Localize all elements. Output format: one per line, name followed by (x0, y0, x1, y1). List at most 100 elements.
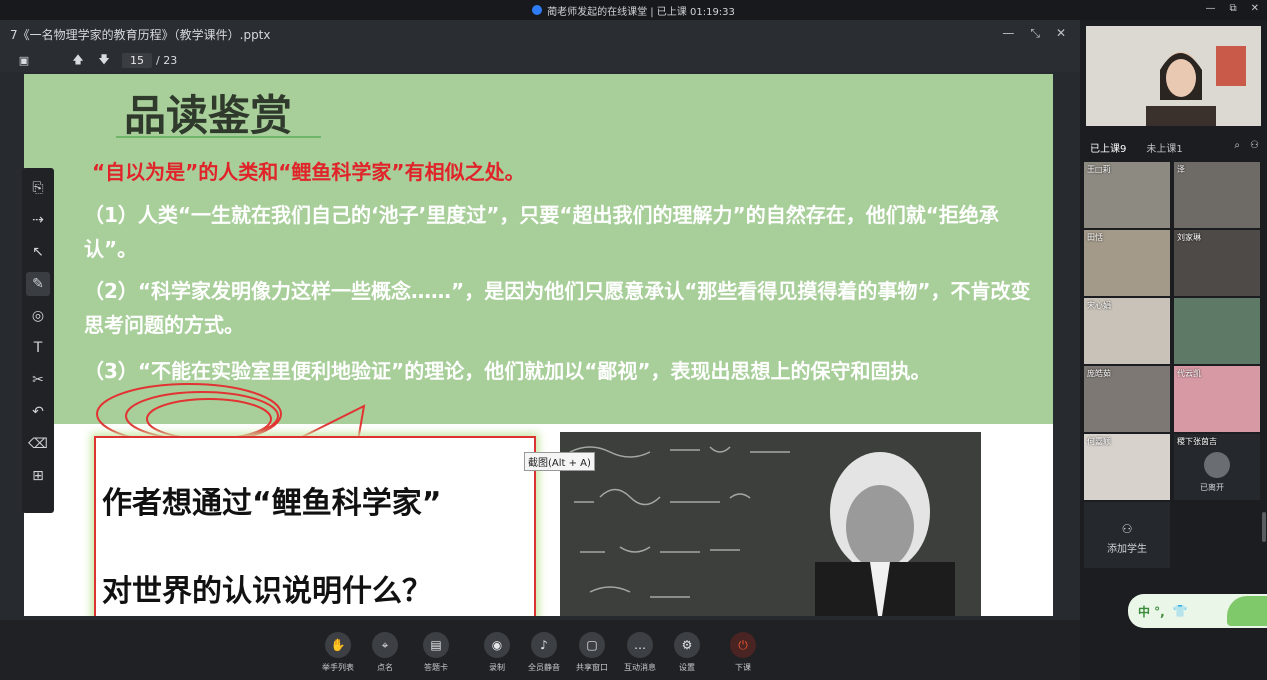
pres-shrink-button[interactable]: ⤡ (1030, 26, 1040, 41)
student-name: 泽 (1177, 165, 1185, 174)
scientist-photo (560, 432, 981, 616)
panel-actions: ⌕ ⚇ (1234, 140, 1259, 151)
student-name: 庞皓茹 (1087, 369, 1111, 378)
settings-label: 设置 (679, 663, 695, 672)
search-icon[interactable]: ⌕ (1234, 140, 1240, 151)
share-window-button[interactable]: ▢ 共享窗口 (567, 632, 617, 673)
mute-all-label: 全员静音 (528, 663, 560, 672)
raise-hand-list-label: 举手列表 (322, 663, 354, 672)
presentation-toolbar: ▣ 🡅 🡇 15 / 23 (0, 48, 1080, 72)
scientist-photo-drawing (560, 432, 981, 616)
student-name: 宋心娟 (1087, 301, 1111, 310)
classroom-control-bar: ✋ 举手列表 ⌖ 点名 ▤ 答题卡 ◉ 录制 ♪ 全员静音 ▢ 共享窗口 … 互动消息 ⚙ 设置… (0, 620, 1080, 680)
student-tile[interactable]: 田恬 (1084, 230, 1170, 296)
minimize-button[interactable]: — (1205, 3, 1215, 14)
hand-icon: ✋ (325, 632, 351, 658)
add-student-button[interactable]: ⚇ 添加学生 (1084, 502, 1170, 568)
raise-hand-list-button[interactable]: ✋ 举手列表 (313, 632, 363, 673)
window-controls: — ⧉ ✕ (1205, 3, 1259, 14)
question-line-1: 作者想通过“鲤鱼科学家” (102, 486, 442, 521)
ime-skin-icon: 👕 (1172, 604, 1188, 618)
restore-button[interactable]: ⧉ (1229, 3, 1236, 14)
student-tile[interactable]: 刘家琳 (1174, 230, 1260, 296)
app-root: 蔺老师发起的在线课堂 | 已上课 01:19:33 — ⧉ ✕ 7《一名物理学家… (0, 0, 1267, 680)
student-tile[interactable]: 代云凯 (1174, 366, 1260, 432)
record-button[interactable]: ◉ 录制 (472, 632, 522, 673)
sidebar-toggle-icon[interactable]: ▣ (14, 54, 34, 67)
user-settings-icon[interactable]: ⚇ (1250, 140, 1259, 151)
student-tile[interactable]: 王□莉 (1084, 162, 1170, 228)
student-tile[interactable]: 宋心娟 (1084, 298, 1170, 364)
student-tile[interactable]: 庞皓茹 (1084, 366, 1170, 432)
panel-scrollbar[interactable] (1262, 512, 1266, 542)
question-line-2: 对世界的认识说明什么？ (102, 574, 432, 609)
settings-button[interactable]: ⚙ 设置 (662, 632, 712, 673)
tab-absent[interactable]: 未上课1 (1136, 140, 1192, 155)
end-class-button[interactable]: ⏻ 下课 (718, 632, 768, 673)
close-button[interactable]: ✕ (1251, 3, 1259, 14)
text-icon[interactable]: T (26, 336, 50, 360)
student-tile[interactable]: 何嘉颖 (1084, 434, 1170, 500)
shapes-icon[interactable]: ◎ (26, 304, 50, 328)
window-titlebar: 蔺老师发起的在线课堂 | 已上课 01:19:33 — ⧉ ✕ (0, 0, 1267, 20)
student-name: 稷下张茵吉 (1177, 437, 1217, 446)
pres-close-button[interactable]: ✕ (1056, 26, 1066, 41)
question-box: 作者想通过“鲤鱼科学家” 对世界的认识说明什么？ (94, 436, 536, 616)
power-icon: ⏻ (730, 632, 756, 658)
undo-icon[interactable]: ↶ (26, 400, 50, 424)
student-tile[interactable] (1174, 298, 1260, 364)
page-number-input[interactable]: 15 (122, 52, 152, 68)
title-underline (116, 136, 321, 138)
presentation-file-title: 7《一名物理学家的教育历程》（教学课件）.pptx (10, 27, 271, 42)
slide-paragraph-1: （1）人类“一生就在我们自己的‘池子’里度过”，只要“超出我们的理解力”的自然存… (84, 203, 999, 261)
pen-icon[interactable]: ✎ (26, 272, 50, 296)
mute-icon: ♪ (531, 632, 557, 658)
slide-title: 品读鉴赏 (124, 91, 293, 140)
away-avatar (1204, 452, 1230, 478)
student-status: 已离开 (1200, 483, 1224, 492)
slide-paragraph-2: （2）“科学家发明像力这样一些概念……”，是因为他们只愿意承认“那些看得见摸得着… (84, 279, 1031, 337)
teacher-video[interactable] (1086, 26, 1261, 126)
interactive-messages-label: 互动消息 (624, 663, 656, 672)
presentation-pane: 7《一名物理学家的教育历程》（教学课件）.pptx — ⤡ ✕ ▣ 🡅 🡇 15… (0, 20, 1080, 620)
toolbox-icon[interactable]: ⊞ (26, 464, 50, 488)
interactive-messages-button[interactable]: … 互动消息 (615, 632, 665, 673)
select-arrow-icon[interactable]: ↖ (26, 240, 50, 264)
presentation-window-controls: — ⤡ ✕ (1002, 26, 1066, 41)
answer-card-button[interactable]: ▤ 答题卡 (411, 632, 461, 673)
eraser-icon[interactable]: ⌫ (26, 432, 50, 456)
card-icon: ▤ (423, 632, 449, 658)
add-student-label: 添加学生 (1107, 544, 1147, 555)
slide-canvas: 品读鉴赏 “自以为是”的人类和“鲤鱼科学家”有相似之处。 （1）人类“一生就在我… (24, 74, 1053, 616)
student-name: 代云凯 (1177, 369, 1201, 378)
window-title: 蔺老师发起的在线课堂 | 已上课 01:19:33 (547, 6, 735, 18)
total-pages: / 23 (156, 53, 178, 67)
pres-minimize-button[interactable]: — (1002, 26, 1014, 41)
slide-red-heading: “自以为是”的人类和“鲤鱼科学家”有相似之处。 (92, 160, 525, 184)
teacher-video-frame (1086, 26, 1261, 126)
student-tile[interactable]: 泽 (1174, 162, 1260, 228)
next-page-icon[interactable]: 🡇 (94, 51, 114, 70)
end-class-label: 下课 (735, 663, 751, 672)
scissors-icon[interactable]: ✂ (26, 368, 50, 392)
roll-call-button[interactable]: ⌖ 点名 (360, 632, 410, 673)
share-window-label: 共享窗口 (576, 663, 608, 672)
answer-card-label: 答题卡 (424, 663, 448, 672)
prev-page-icon[interactable]: 🡅 (68, 51, 88, 70)
new-page-icon[interactable]: ⎘ (26, 176, 50, 200)
presentation-header: 7《一名物理学家的教育历程》（教学课件）.pptx — ⤡ ✕ (0, 20, 1080, 48)
ime-mode: 中 °, (1138, 604, 1165, 619)
record-icon: ◉ (484, 632, 510, 658)
record-label: 录制 (489, 663, 505, 672)
chat-icon: … (627, 632, 653, 658)
gear-icon: ⚙ (674, 632, 700, 658)
leaf-decoration-icon (1227, 596, 1267, 626)
student-name: 王□莉 (1087, 165, 1111, 174)
roll-call-label: 点名 (377, 663, 393, 672)
laser-pointer-icon[interactable]: ⇢ (26, 208, 50, 232)
location-icon: ⌖ (372, 632, 398, 658)
tab-attended[interactable]: 已上课9 (1080, 140, 1136, 155)
mute-all-button[interactable]: ♪ 全员静音 (519, 632, 569, 673)
student-tile-away[interactable]: 稷下张茵吉 已离开 (1174, 434, 1260, 500)
ime-toolbar[interactable]: 中 °, 👕 (1128, 594, 1267, 628)
